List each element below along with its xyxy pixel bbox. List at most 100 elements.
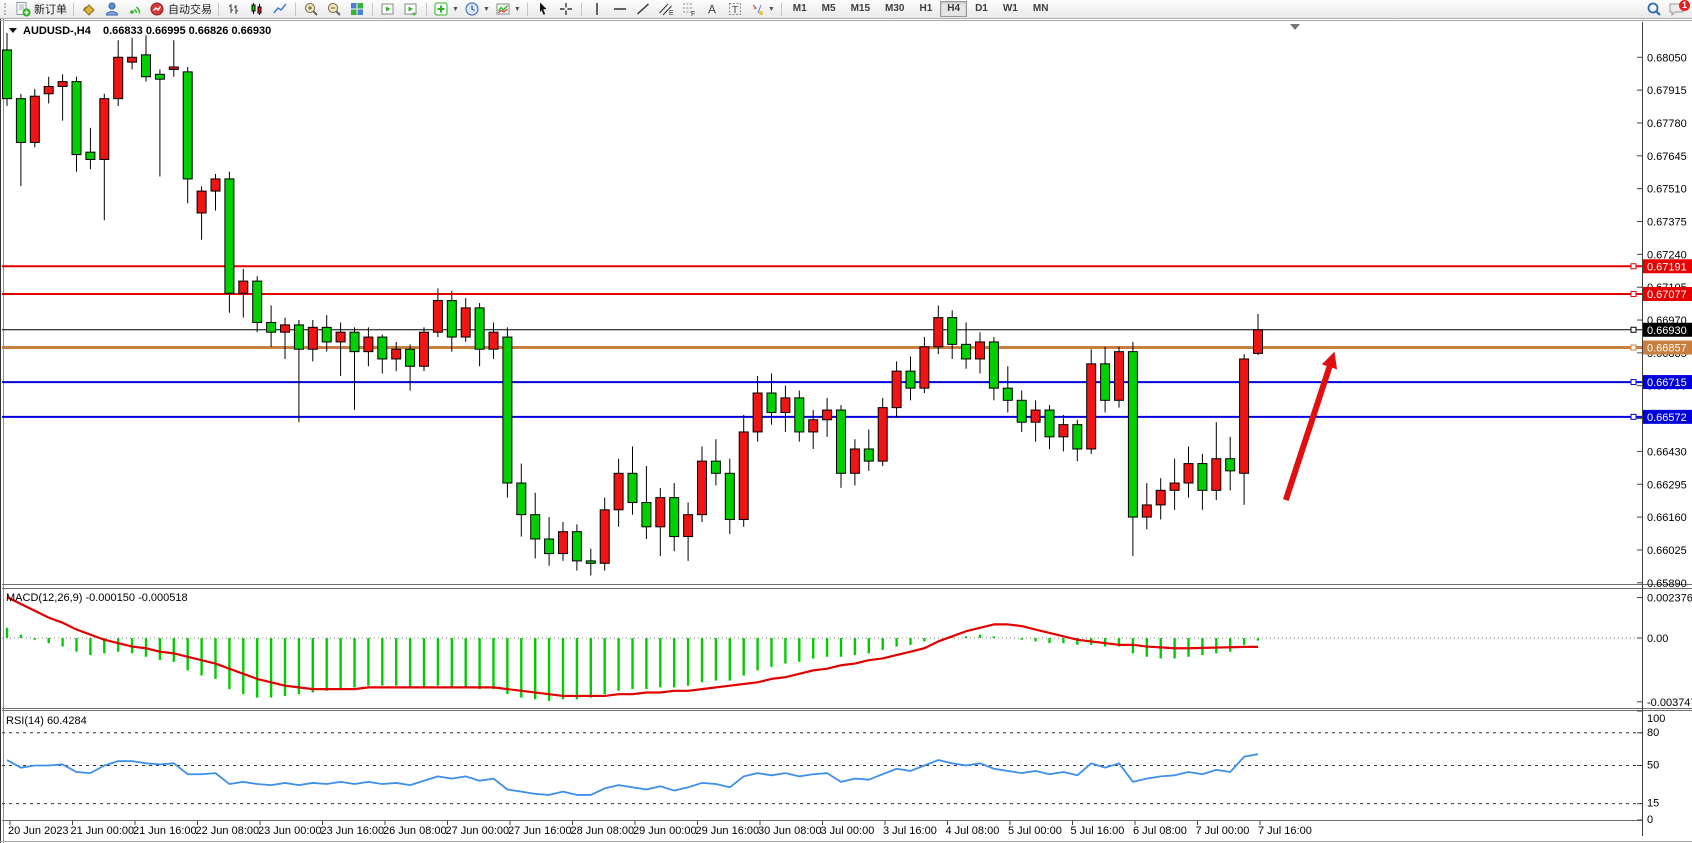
arrows-shapes-icon	[749, 1, 765, 17]
toolbar-grip	[4, 3, 10, 15]
styler-button[interactable]	[78, 1, 100, 17]
new-chart-icon	[403, 1, 419, 17]
svg-text:0.66295: 0.66295	[1647, 479, 1687, 491]
line-chart-mode-button[interactable]	[269, 1, 291, 17]
channel-tool-button[interactable]: E	[655, 1, 677, 17]
svg-text:0.66025: 0.66025	[1647, 545, 1687, 557]
time-label: 21 Jun 16:00	[133, 825, 197, 837]
svg-text:0.65890: 0.65890	[1647, 578, 1687, 590]
separator	[218, 3, 219, 16]
horizontal-line-icon	[612, 1, 628, 17]
period-button[interactable]: ▼	[462, 1, 492, 17]
timeframe-h4-button[interactable]: H4	[940, 1, 967, 17]
svg-text:0.66857: 0.66857	[1647, 343, 1687, 355]
timeframe-m15-button[interactable]: M15	[844, 1, 877, 17]
template-button[interactable]: ▼	[493, 1, 523, 17]
ohlc-readout: 0.66833 0.66995 0.66826 0.66930	[103, 25, 271, 37]
time-label: 29 Jun 00:00	[633, 825, 697, 837]
dropdown-caret: ▼	[768, 6, 775, 13]
candlestick-icon	[249, 1, 265, 17]
zoom-in-icon	[303, 1, 319, 17]
notifications-button[interactable]: 1	[1666, 1, 1690, 17]
time-label: 7 Jul 00:00	[1196, 825, 1250, 837]
new-chart-button[interactable]	[400, 1, 422, 17]
tile-windows-icon	[349, 1, 365, 17]
svg-text:0.67077: 0.67077	[1647, 289, 1687, 301]
time-label: 26 Jun 08:00	[383, 825, 447, 837]
svg-text:0.67915: 0.67915	[1647, 85, 1687, 97]
crosshair-icon	[558, 1, 574, 17]
svg-text:100: 100	[1647, 713, 1665, 725]
arrows-tool-button[interactable]: ▼	[747, 1, 777, 17]
svg-text:50: 50	[1647, 760, 1659, 772]
macd-label: MACD(12,26,9) -0.000150 -0.000518	[6, 592, 188, 604]
tile-windows-button[interactable]	[346, 1, 368, 17]
time-label: 28 Jun 08:00	[571, 825, 635, 837]
text-label-tool-button[interactable]: T	[724, 1, 746, 17]
bar-chart-icon	[226, 1, 242, 17]
fibonacci-icon: F	[681, 1, 697, 17]
time-label: 29 Jun 16:00	[696, 825, 760, 837]
dropdown-caret: ▼	[514, 6, 521, 13]
strategy-tester-button[interactable]	[377, 1, 399, 17]
time-label: 27 Jun 16:00	[508, 825, 572, 837]
trendline-icon	[635, 1, 651, 17]
text-tool-button[interactable]: A	[701, 1, 723, 17]
new-order-icon	[15, 1, 31, 17]
search-button[interactable]	[1643, 1, 1665, 17]
svg-text:15: 15	[1647, 798, 1659, 810]
svg-text:80: 80	[1647, 727, 1659, 739]
time-label: 5 Jul 16:00	[1071, 825, 1125, 837]
time-label: 7 Jul 16:00	[1258, 825, 1312, 837]
bar-chart-mode-button[interactable]	[223, 1, 245, 17]
timeframe-m1-button[interactable]: M1	[786, 1, 814, 17]
svg-text:0.66572: 0.66572	[1647, 412, 1687, 424]
svg-text:0: 0	[1647, 814, 1653, 826]
separator	[527, 3, 528, 16]
rsi-label: RSI(14) 60.4284	[6, 715, 87, 727]
svg-text:0.66715: 0.66715	[1647, 377, 1687, 389]
timeframe-mn-button[interactable]: MN	[1026, 1, 1056, 17]
timeframe-m30-button[interactable]: M30	[878, 1, 911, 17]
separator	[426, 3, 427, 16]
horizontal-line-tool-button[interactable]	[609, 1, 631, 17]
signal-icon	[127, 1, 143, 17]
timeframe-m5-button[interactable]: M5	[815, 1, 843, 17]
add-indicator-button[interactable]: ▼	[431, 1, 461, 17]
svg-text:0.66430: 0.66430	[1647, 446, 1687, 458]
zoom-out-button[interactable]	[323, 1, 345, 17]
candle-chart-mode-button[interactable]	[246, 1, 268, 17]
separator	[581, 3, 582, 16]
autotrading-button[interactable]: 自动交易	[147, 1, 214, 17]
crosshair-tool-button[interactable]	[555, 1, 577, 17]
time-label: 22 Jun 08:00	[196, 825, 260, 837]
trendline-tool-button[interactable]	[632, 1, 654, 17]
signals-button[interactable]	[124, 1, 146, 17]
svg-text:0.67510: 0.67510	[1647, 184, 1687, 196]
add-indicator-icon	[433, 1, 449, 17]
time-label: 6 Jul 08:00	[1133, 825, 1187, 837]
time-label: 27 Jun 00:00	[446, 825, 510, 837]
timeframe-w1-button[interactable]: W1	[996, 1, 1025, 17]
clock-icon	[464, 1, 480, 17]
cursor-icon	[535, 1, 551, 17]
search-icon	[1646, 1, 1662, 17]
vertical-line-tool-button[interactable]	[586, 1, 608, 17]
symbol-title: AUDUSD-,H4	[23, 25, 92, 37]
timeframe-d1-button[interactable]: D1	[968, 1, 995, 17]
fibonacci-tool-button[interactable]: F	[678, 1, 700, 17]
time-label: 23 Jun 00:00	[258, 825, 322, 837]
time-label: 3 Jul 00:00	[821, 825, 875, 837]
autotrading-label: 自动交易	[168, 1, 212, 17]
zoom-in-button[interactable]	[300, 1, 322, 17]
community-button[interactable]	[101, 1, 123, 17]
new-order-label: 新订单	[34, 1, 67, 17]
macd-label: MACD(12,26,9) -0.000150 -0.000518	[6, 592, 188, 604]
new-order-button[interactable]: 新订单	[13, 1, 69, 17]
cursor-tool-button[interactable]	[532, 1, 554, 17]
timeframe-h1-button[interactable]: H1	[912, 1, 939, 17]
text-icon: A	[704, 1, 720, 17]
price-chart-canvas[interactable]: 0.680500.679150.677800.676450.675100.673…	[0, 18, 1692, 843]
svg-text:0.67375: 0.67375	[1647, 216, 1687, 228]
vertical-line-icon	[589, 1, 605, 17]
